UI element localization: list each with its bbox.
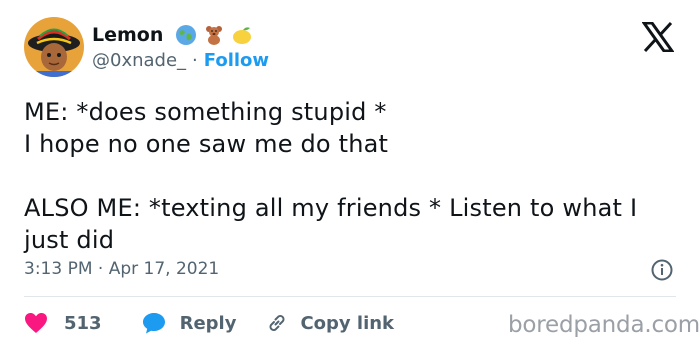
follow-button[interactable]: Follow	[204, 50, 269, 71]
action-bar: 513 Reply Copy link	[24, 309, 394, 337]
teddy-bear-emoji-icon	[203, 24, 225, 46]
reply-button[interactable]: Reply	[142, 312, 237, 334]
tweet-line-3: ALSO ME: *texting all my friends * Liste…	[24, 194, 646, 254]
x-logo-icon[interactable]	[641, 21, 675, 53]
reply-label: Reply	[179, 312, 237, 334]
avatar[interactable]	[24, 17, 84, 77]
watermark: boredpanda.com	[508, 312, 700, 338]
copy-link-button[interactable]: Copy link	[266, 312, 394, 334]
link-icon	[266, 312, 288, 334]
likes-count: 513	[64, 312, 102, 334]
author-name[interactable]: Lemon	[92, 24, 163, 46]
author-handle[interactable]: @0xnade_	[92, 50, 186, 71]
tweet-timestamp[interactable]: 3:13 PM · Apr 17, 2021	[24, 259, 219, 279]
divider	[24, 296, 676, 297]
tweet-line-1: ME: *does something stupid *	[24, 98, 387, 126]
author-name-row: Lemon	[92, 22, 253, 48]
lemon-emoji-icon	[231, 24, 253, 46]
globe-emoji-icon	[175, 24, 197, 46]
info-icon[interactable]	[650, 258, 674, 282]
tweet-line-2: I hope no one saw me do that	[24, 130, 389, 158]
copy-link-label: Copy link	[300, 312, 395, 334]
tweet-text: ME: *does something stupid * I hope no on…	[24, 96, 674, 256]
tweet-card: Lemon @0xnade_ · Follow ME: *does someth…	[0, 0, 700, 349]
like-button[interactable]: 513	[24, 312, 102, 334]
heart-icon	[24, 312, 48, 334]
handle-separator: ·	[192, 50, 198, 71]
handle-row: @0xnade_ · Follow	[92, 50, 269, 71]
reply-bubble-icon	[142, 312, 166, 334]
